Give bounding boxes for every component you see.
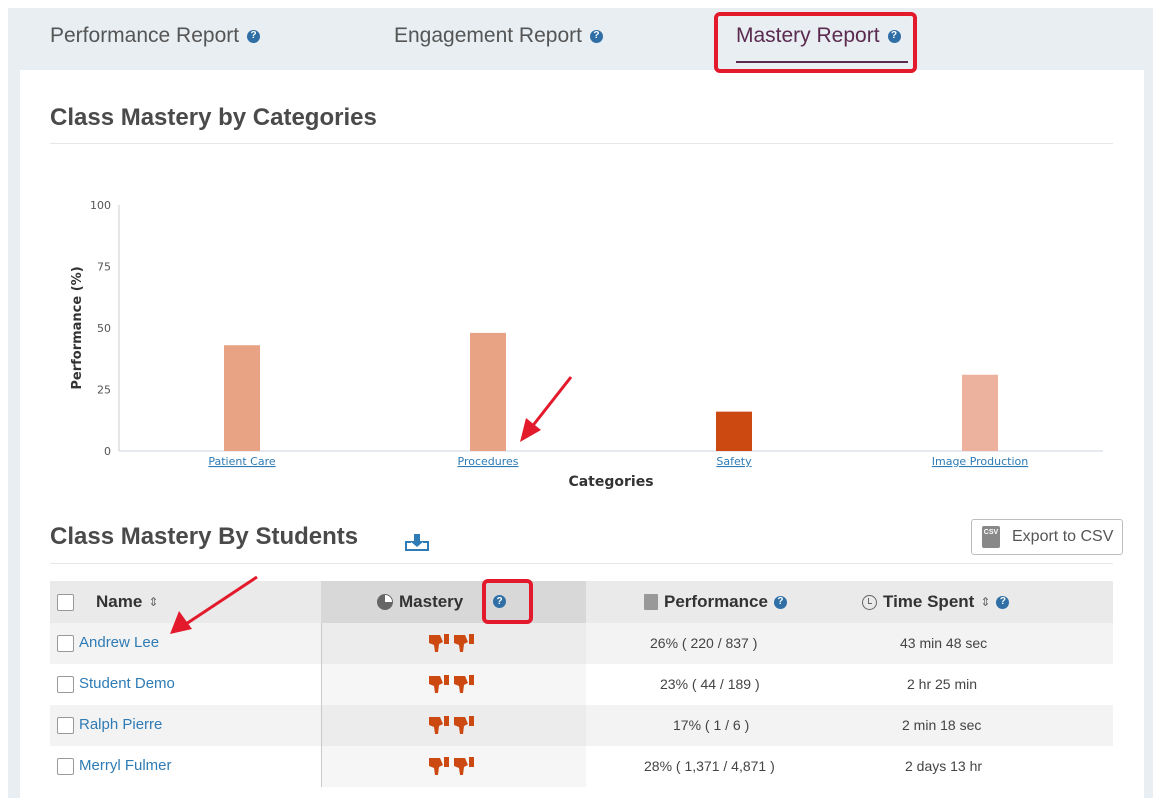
performance-value: 26% ( 220 / 837 ) [650, 635, 758, 651]
sort-icon[interactable]: ⇕ [980, 595, 990, 609]
y-tick-label: 25 [97, 384, 111, 397]
report-frame: Performance Report ? Engagement Report ?… [8, 8, 1153, 800]
bar-patient-care[interactable] [224, 345, 260, 451]
export-label: Export to CSV [1012, 528, 1114, 545]
bar-image-production[interactable] [962, 374, 998, 451]
name-column-header[interactable]: Name ⇕ [96, 592, 158, 612]
row-checkbox[interactable] [57, 758, 74, 775]
mastery-cell [321, 705, 586, 746]
time-spent-value: 2 min 18 sec [902, 717, 982, 733]
mastery-category-chart: Performance (%) Categories 0 25 50 75 100 Pa… [70, 199, 1103, 490]
table-row: Merryl Fulmer 28% ( 1,371 / 4,871 ) 2 da… [50, 746, 1113, 787]
category-link[interactable]: Patient Care [208, 455, 276, 468]
bars [224, 332, 998, 451]
table-header: Name ⇕ Mastery ? Performance ? Time Spen… [50, 581, 1113, 623]
report-panel: Class Mastery by Categories Performance … [20, 70, 1144, 800]
row-checkbox[interactable] [57, 635, 74, 652]
student-name-link[interactable]: Ralph Pierre [79, 716, 162, 733]
table-row: Ralph Pierre 17% ( 1 / 6 ) 2 min 18 sec [50, 705, 1113, 746]
tab-label: Performance Report [50, 24, 240, 47]
student-name-link[interactable]: Student Demo [79, 675, 175, 692]
time-spent-value: 2 days 13 hr [905, 758, 983, 774]
mastery-cell [321, 746, 586, 787]
thumbs-down-icon [428, 674, 475, 694]
pie-chart-icon [377, 594, 393, 610]
student-name-link[interactable]: Merryl Fulmer [79, 757, 172, 774]
highlight-box [714, 12, 917, 73]
header-label: Name [96, 592, 143, 611]
bar-safety[interactable] [716, 411, 752, 451]
mastery-cell [321, 664, 586, 705]
section-title-students: Class Mastery By Students [50, 523, 359, 550]
x-tick-labels: Patient Care Procedures Safety Image Produc… [208, 455, 1028, 468]
y-tick-label: 75 [97, 261, 111, 274]
divider [50, 563, 1113, 564]
header-label: Performance [664, 592, 768, 611]
y-axis-label: Performance (%) [70, 266, 85, 389]
header-label: Mastery [399, 592, 464, 611]
performance-value: 23% ( 44 / 189 ) [660, 676, 760, 692]
performance-value: 28% ( 1,371 / 4,871 ) [644, 758, 775, 774]
highlight-box [482, 579, 533, 624]
help-icon[interactable]: ? [589, 29, 603, 43]
y-tick-label: 50 [97, 322, 111, 335]
y-tick-label: 100 [90, 199, 111, 212]
performance-column-header[interactable]: Performance ? [644, 592, 787, 612]
report-icon [644, 594, 658, 610]
help-icon[interactable]: ? [996, 595, 1010, 609]
tab-performance-report[interactable]: Performance Report ? [50, 24, 261, 48]
csv-file-icon: CSV [982, 526, 1000, 548]
x-axis-label: Categories [568, 474, 653, 490]
divider [50, 143, 1113, 144]
y-tick-label: 0 [104, 445, 111, 458]
performance-value: 17% ( 1 / 6 ) [673, 717, 750, 733]
help-icon[interactable]: ? [773, 595, 787, 609]
download-icon[interactable] [405, 533, 429, 551]
export-to-csv-button[interactable]: CSV Export to CSV [971, 519, 1123, 555]
clock-icon [862, 594, 877, 610]
bar-procedures[interactable] [470, 332, 506, 451]
tab-label: Engagement Report [394, 24, 582, 47]
table-row: Andrew Lee 26% ( 220 / 837 ) 43 min 48 s… [50, 623, 1113, 664]
sort-icon[interactable]: ⇕ [148, 595, 158, 609]
y-ticks: 0 25 50 75 100 [90, 199, 111, 458]
mastery-cell [321, 623, 586, 664]
mastery-column-header[interactable]: Mastery [377, 592, 463, 612]
header-label: Time Spent [883, 592, 975, 611]
row-checkbox[interactable] [57, 717, 74, 734]
category-link[interactable]: Safety [716, 455, 752, 468]
student-name-link[interactable]: Andrew Lee [79, 634, 159, 651]
thumbs-down-icon [428, 633, 475, 653]
thumbs-down-icon [428, 715, 475, 735]
time-spent-column-header[interactable]: Time Spent ⇕ ? [862, 592, 1010, 612]
time-spent-value: 43 min 48 sec [900, 635, 988, 651]
row-checkbox[interactable] [57, 676, 74, 693]
category-link[interactable]: Procedures [458, 455, 519, 468]
table-row: Student Demo 23% ( 44 / 189 ) 2 hr 25 mi… [50, 664, 1113, 705]
thumbs-down-icon [428, 756, 475, 776]
time-spent-value: 2 hr 25 min [907, 676, 978, 692]
category-link[interactable]: Image Production [932, 455, 1028, 468]
students-table: Name ⇕ Mastery ? Performance ? Time Spen… [50, 581, 1113, 787]
help-icon[interactable]: ? [247, 29, 261, 43]
tab-engagement-report[interactable]: Engagement Report ? [394, 24, 603, 48]
select-all-checkbox[interactable] [57, 594, 74, 611]
section-title-categories: Class Mastery by Categories [50, 104, 377, 131]
report-tabs: Performance Report ? Engagement Report ?… [8, 8, 1153, 70]
